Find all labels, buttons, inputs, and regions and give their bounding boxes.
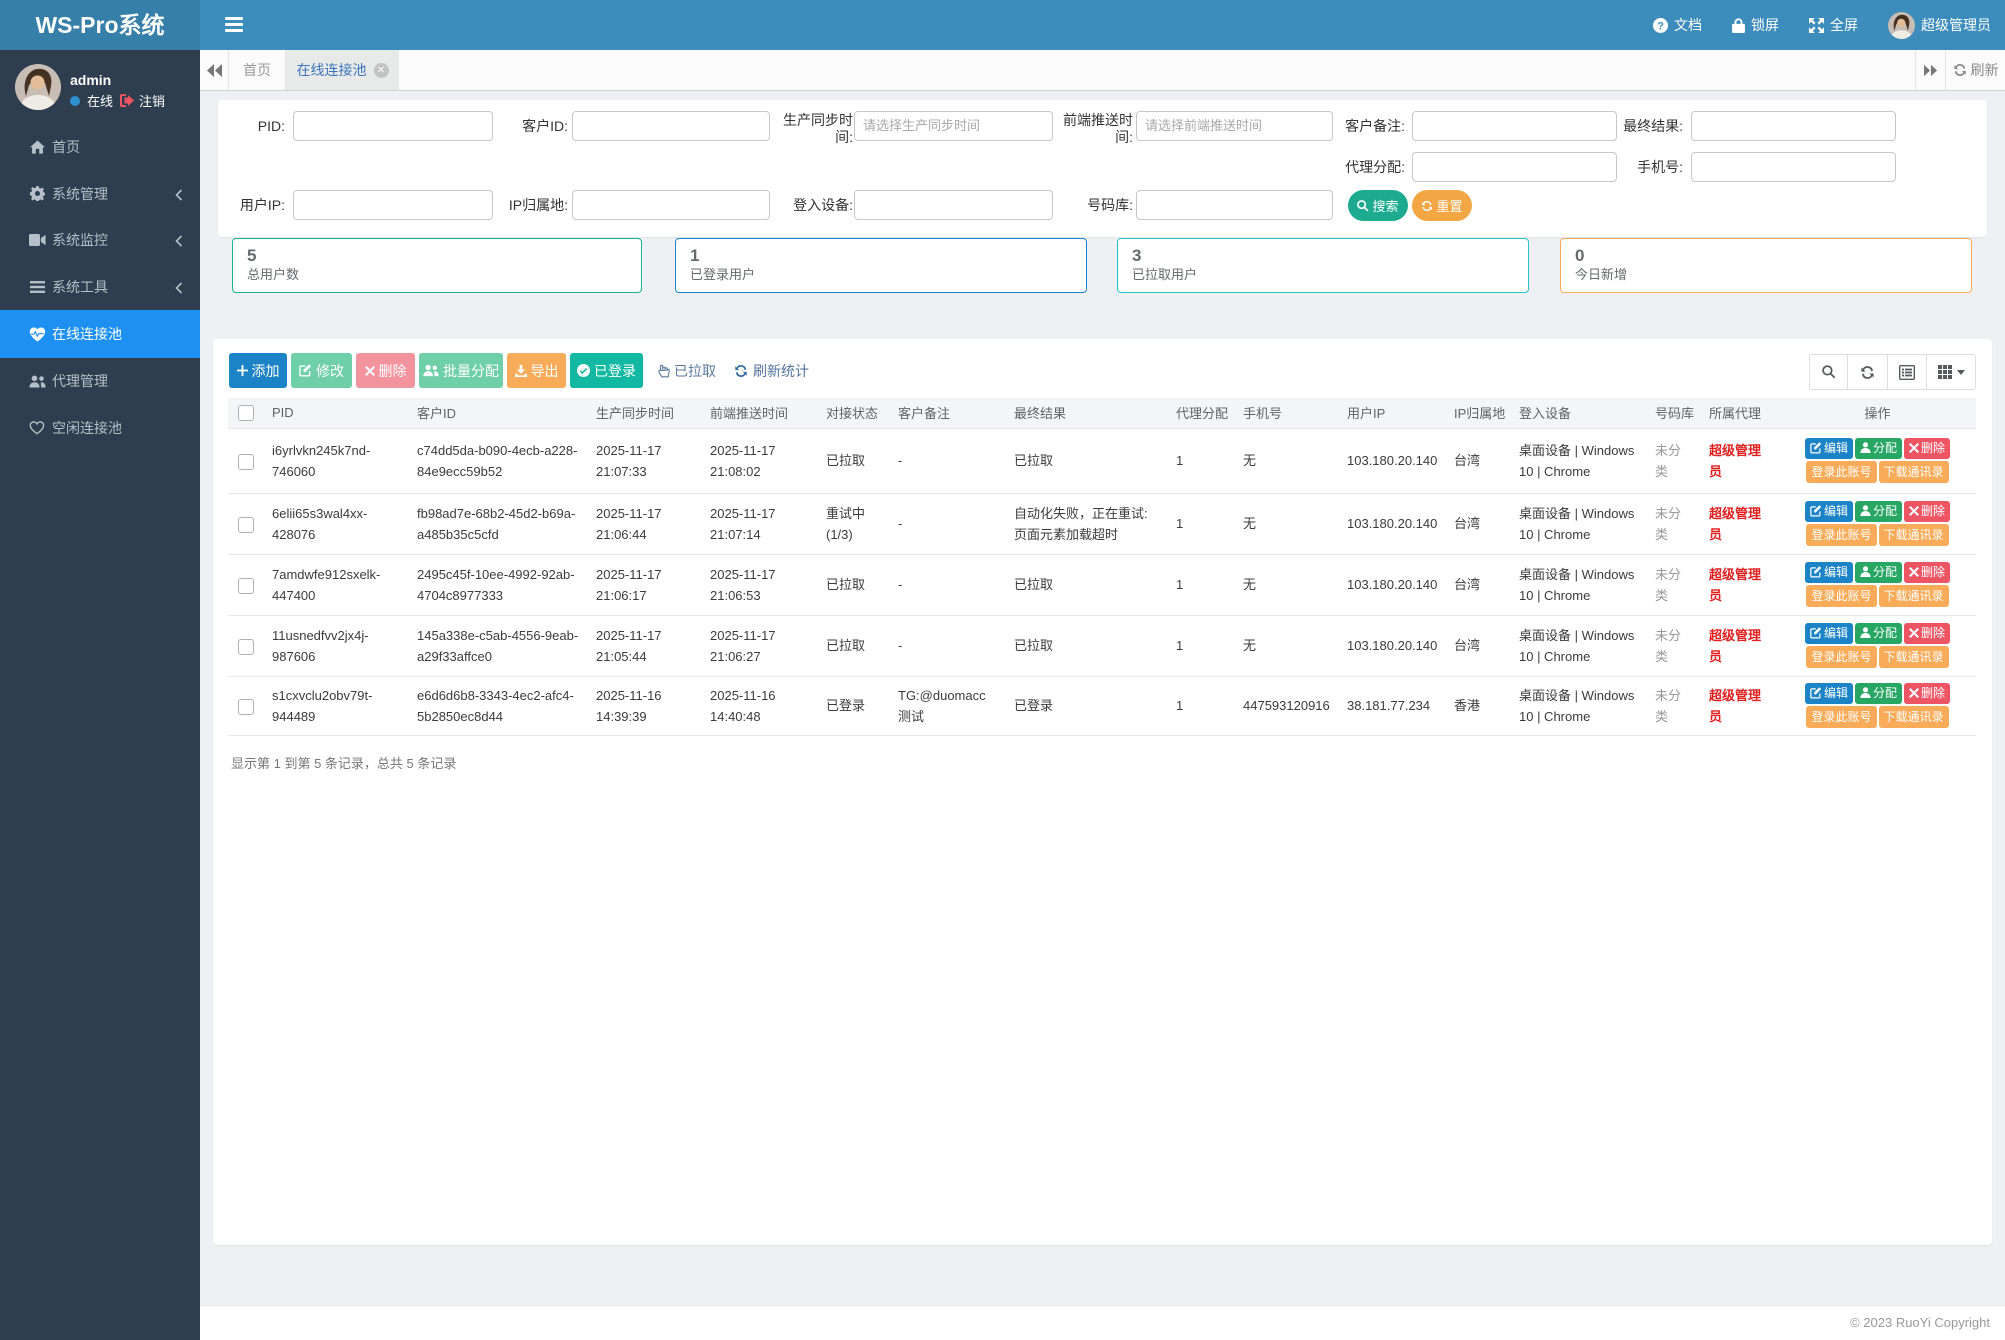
svg-text:?: ? [1657,20,1664,32]
